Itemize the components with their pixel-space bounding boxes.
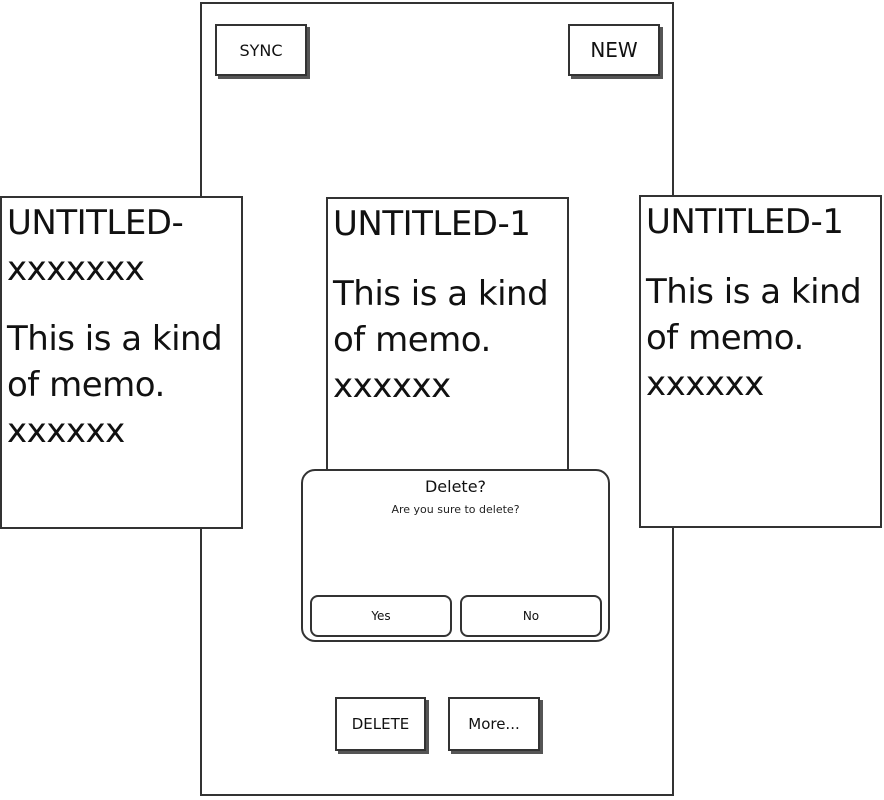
- memo-body: This is a kind of memo. xxxxxx: [7, 319, 223, 451]
- yes-button[interactable]: Yes: [310, 595, 452, 637]
- no-button[interactable]: No: [460, 595, 602, 637]
- delete-confirm-dialog: Delete? Are you sure to delete? Yes No: [301, 469, 610, 642]
- delete-button[interactable]: DELETE: [335, 697, 426, 751]
- sync-button[interactable]: SYNC: [215, 24, 307, 76]
- memo-body: This is a kind of memo. xxxxxx: [646, 272, 862, 404]
- dialog-title: Delete?: [424, 477, 487, 496]
- memo-card-right[interactable]: UNTITLED-1 This is a kind of memo. xxxxx…: [639, 195, 882, 528]
- dialog-message: Are you sure to delete?: [391, 503, 520, 516]
- more-button[interactable]: More...: [448, 697, 540, 751]
- memo-body: This is a kind of memo. xxxxxx: [333, 274, 549, 406]
- memo-title: UNTITLED- xxxxxxx: [7, 203, 184, 289]
- memo-title: UNTITLED-1: [333, 204, 531, 244]
- new-button[interactable]: NEW: [568, 24, 660, 76]
- memo-card-left[interactable]: UNTITLED- xxxxxxx This is a kind of memo…: [0, 196, 243, 529]
- memo-title: UNTITLED-1: [646, 202, 844, 242]
- memo-card-center[interactable]: UNTITLED-1 This is a kind of memo. xxxxx…: [326, 197, 569, 497]
